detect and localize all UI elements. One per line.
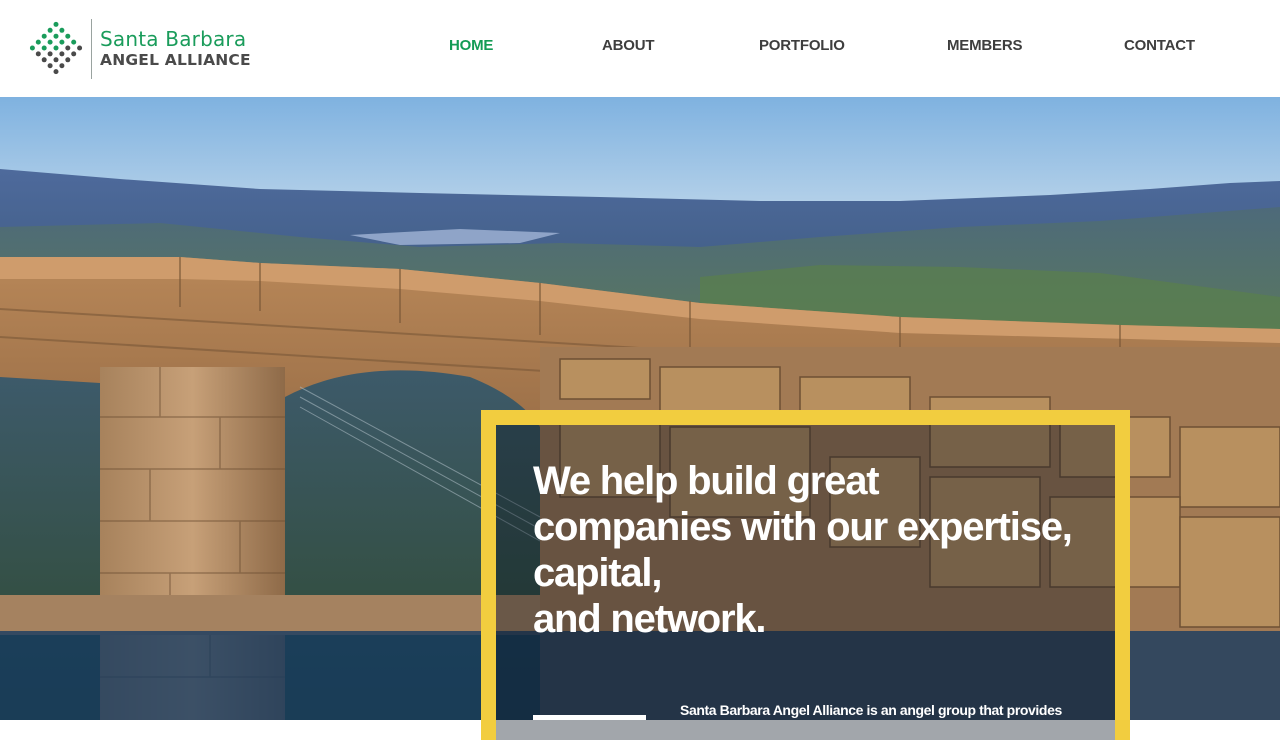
hero-headline-line: We help build great	[533, 459, 880, 503]
main-nav: HOME ABOUT PORTFOLIO MEMBERS CONTACT	[0, 37, 1280, 59]
hero-cta-button[interactable]	[533, 715, 646, 720]
site-header: Santa Barbara ANGEL ALLIANCE HOME ABOUT …	[0, 0, 1280, 97]
nav-item-about[interactable]: ABOUT	[602, 37, 655, 54]
nav-item-members[interactable]: MEMBERS	[947, 37, 1022, 54]
nav-item-home[interactable]: HOME	[449, 37, 493, 54]
hero-blurb: Santa Barbara Angel Alliance is an angel…	[680, 702, 1062, 718]
nav-item-portfolio[interactable]: PORTFOLIO	[759, 37, 845, 54]
hero-headline-line: companies with our expertise,	[533, 505, 1073, 549]
hero-headline-line: and network.	[533, 597, 767, 641]
nav-item-contact[interactable]: CONTACT	[1124, 37, 1195, 54]
hero-headline-line: capital,	[533, 551, 662, 595]
hero-headline: We help build great companies with our e…	[533, 458, 1093, 642]
